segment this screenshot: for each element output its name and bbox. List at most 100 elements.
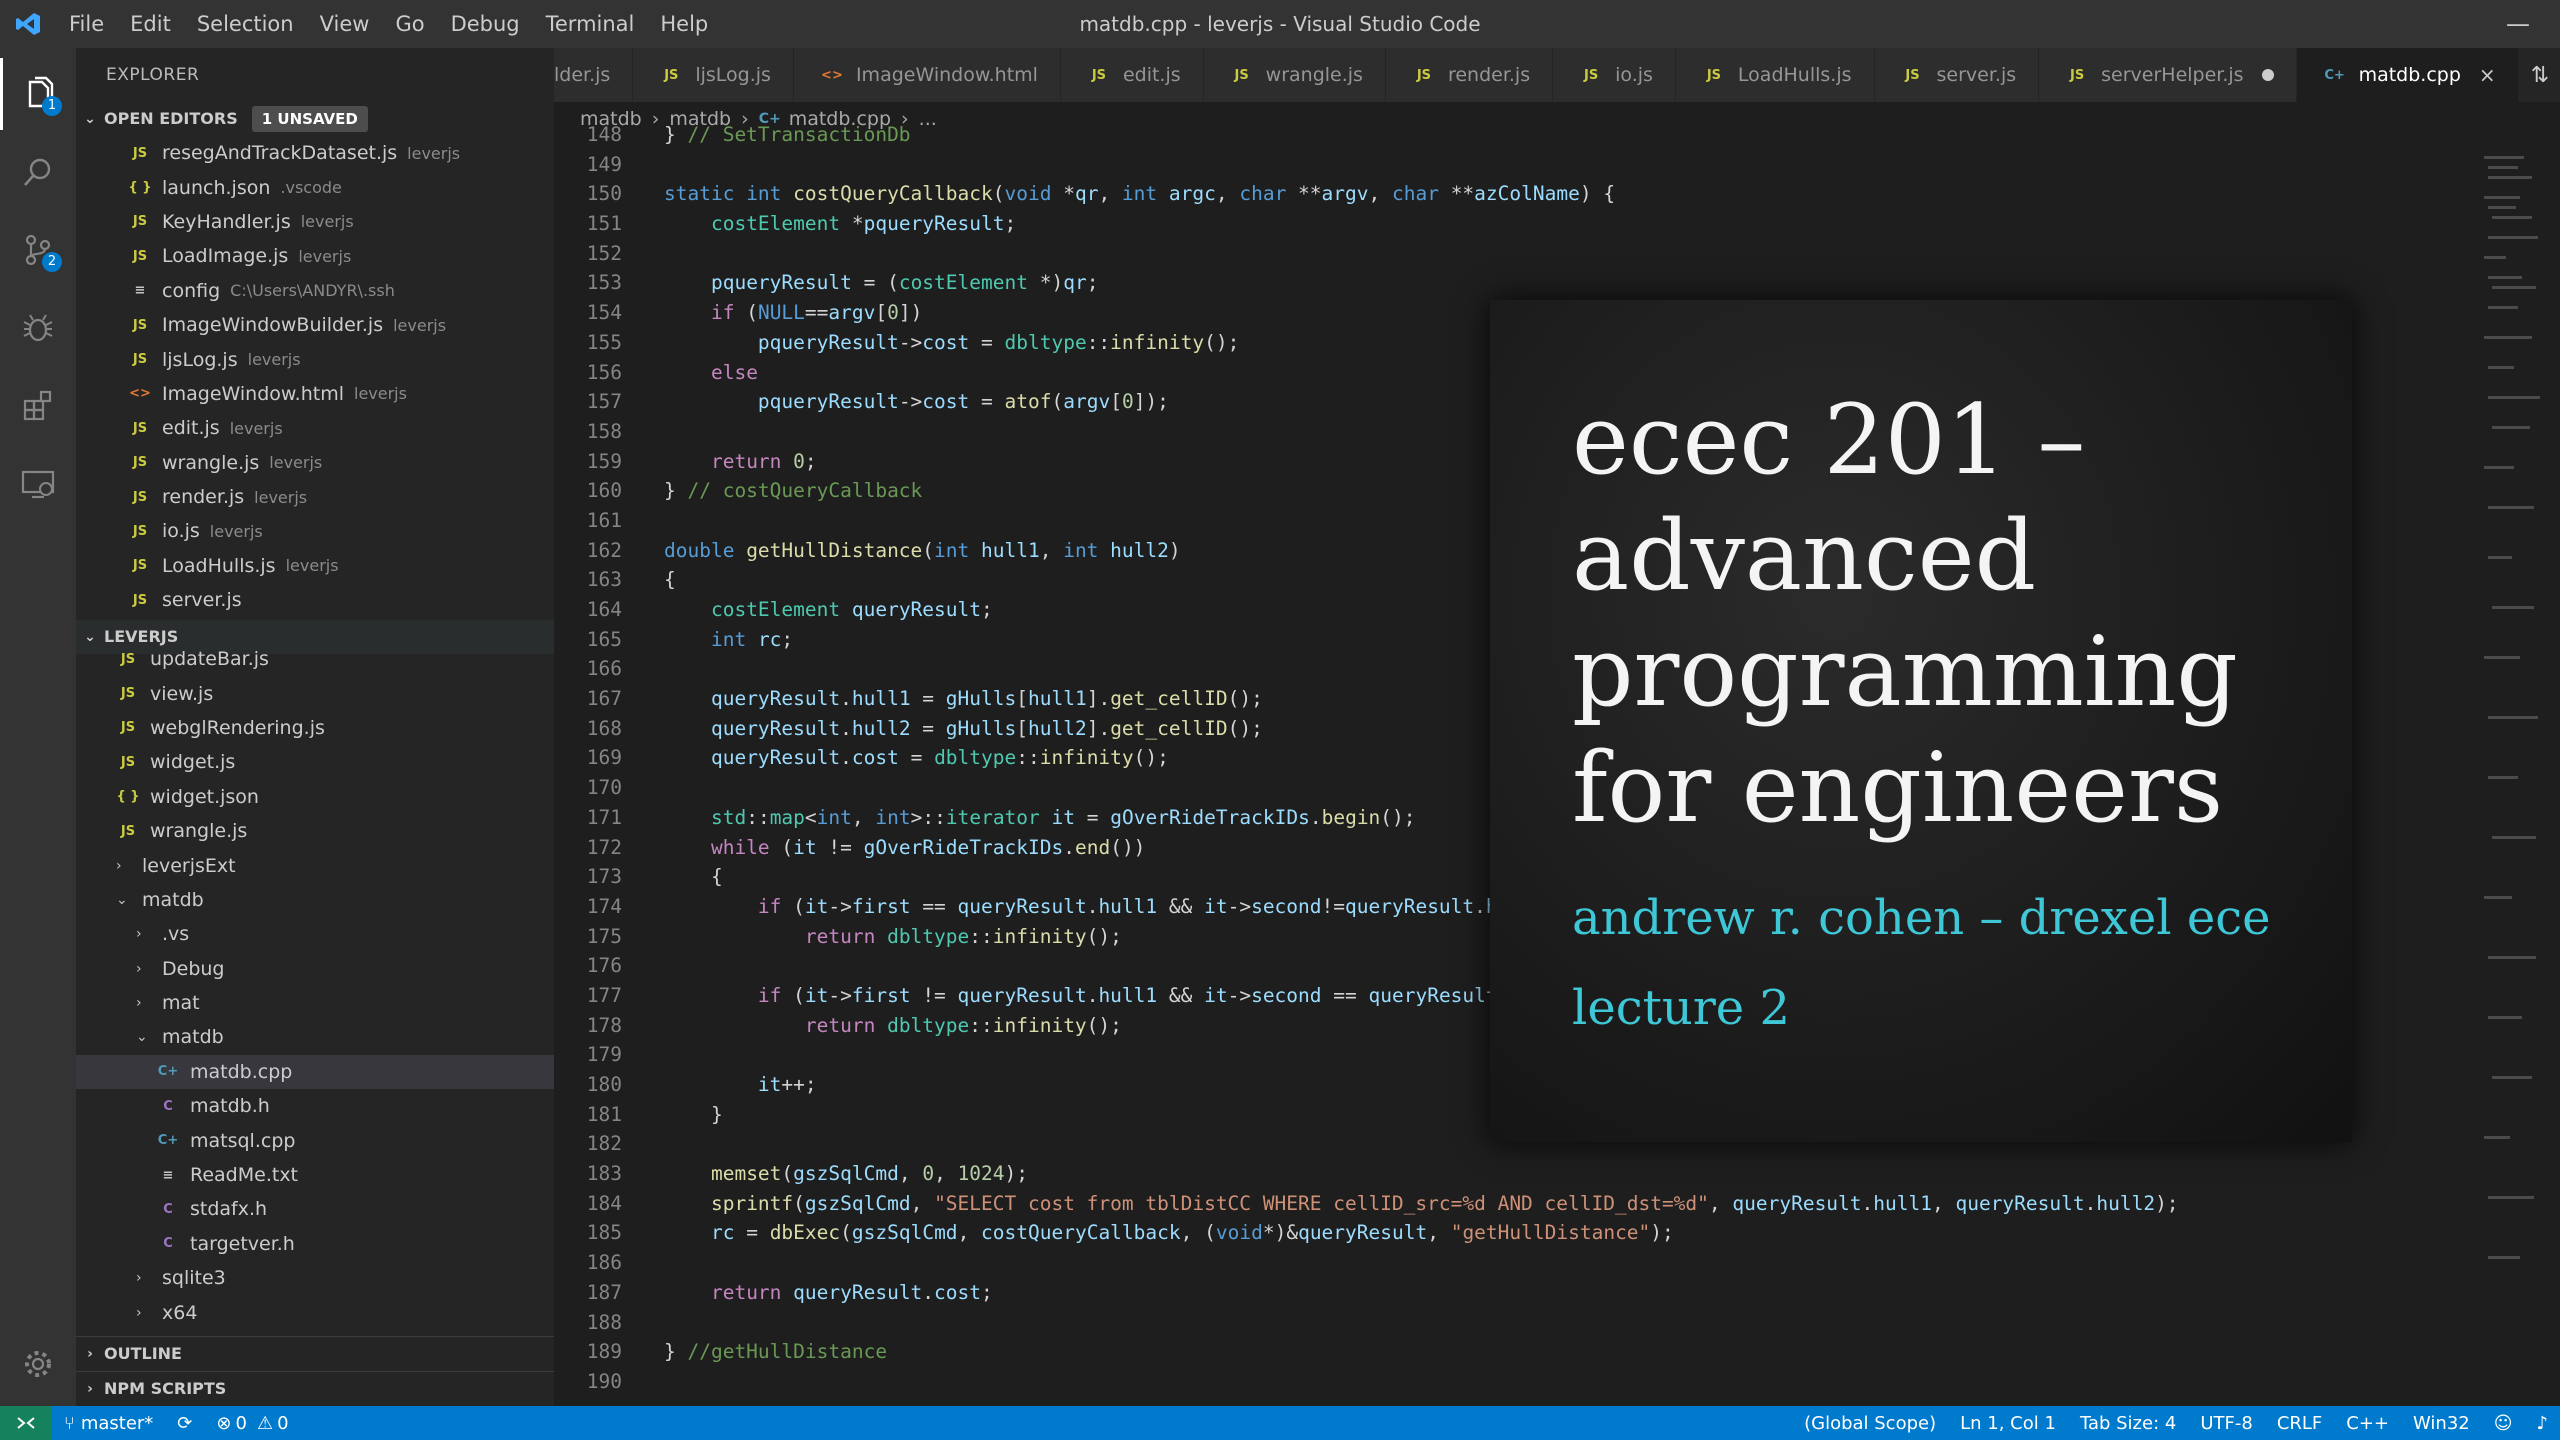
open-editor-item[interactable]: ≡ config C:\Users\ANDYR\.ssh (76, 274, 554, 308)
menu-view[interactable]: View (307, 0, 383, 48)
editor-tab[interactable]: JS ljsLog.js (633, 48, 794, 102)
cursor-position[interactable]: Ln 1, Col 1 (1948, 1413, 2068, 1434)
code-token: // costQueryCallback (687, 479, 923, 503)
debug-icon[interactable] (0, 292, 76, 364)
open-editor-item[interactable]: JS io.js leverjs (76, 514, 554, 548)
code-token: . (1063, 835, 1075, 859)
code-token: hull2 (1110, 538, 1169, 562)
code-token: queryResult (1732, 1191, 1862, 1215)
editor-tab[interactable]: JS io.js (1553, 48, 1676, 102)
open-editors-header[interactable]: ⌄ OPEN EDITORS 1 UNSAVED (76, 102, 554, 136)
editor-tab[interactable]: JS LoadHulls.js (1675, 48, 1875, 102)
explorer-icon[interactable]: 1 (0, 58, 76, 130)
problems-indicator[interactable]: ⊗ 0 ⚠ 0 (204, 1413, 300, 1434)
chevron-right-icon: › (136, 960, 142, 977)
editor-tab[interactable]: JS render.js (1385, 48, 1554, 102)
editor-tab[interactable]: <> ImageWindow.html (793, 48, 1061, 102)
file-item[interactable]: JS webglRendering.js (76, 711, 554, 745)
editor-tab[interactable]: JS server.js (1874, 48, 2040, 102)
file-item[interactable]: Ctargetver.h (76, 1227, 554, 1261)
menu-terminal[interactable]: Terminal (533, 0, 648, 48)
open-editor-item[interactable]: JS KeyHandler.js leverjs (76, 205, 554, 239)
editor-tab[interactable]: C+ matdb.cpp × (2296, 48, 2519, 102)
search-icon[interactable] (0, 136, 76, 208)
line-number: 176 (586, 954, 622, 978)
file-item[interactable]: { } widget.json (76, 780, 554, 814)
open-editor-item[interactable]: JS LoadImage.js leverjs (76, 239, 554, 273)
outline-header[interactable]: › OUTLINE (76, 1336, 554, 1371)
open-editor-item[interactable]: JS server.js (76, 583, 554, 617)
menu-bar: File Edit Selection View Go Debug Terminal Help (56, 0, 721, 48)
folder-item[interactable]: ⌄ matdb (76, 883, 554, 917)
folder-item[interactable]: › leverjsExt (76, 848, 554, 882)
editor-tab[interactable]: JS wrangle.js (1203, 48, 1386, 102)
npm-scripts-header[interactable]: › NPM SCRIPTS (76, 1371, 554, 1406)
open-editor-item[interactable]: { } launch.json .vscode (76, 170, 554, 204)
menu-selection[interactable]: Selection (184, 0, 307, 48)
source-control-icon[interactable]: 2 (0, 214, 76, 286)
folder-item[interactable]: › sqlite3 (76, 1261, 554, 1295)
scope-indicator[interactable]: (Global Scope) (1792, 1413, 1948, 1434)
open-editor-item[interactable]: JS ljsLog.js leverjs (76, 342, 554, 376)
menu-help[interactable]: Help (647, 0, 721, 48)
open-editor-item[interactable]: JS LoadHulls.js leverjs (76, 549, 554, 583)
encoding[interactable]: UTF-8 (2188, 1413, 2264, 1434)
open-editor-item[interactable]: JS edit.js leverjs (76, 411, 554, 445)
git-branch[interactable]: ⑂ master* (52, 1413, 165, 1434)
sync-icon[interactable]: ⟳ (165, 1413, 204, 1434)
code-token: map (769, 805, 805, 829)
tab-size[interactable]: Tab Size: 4 (2068, 1413, 2188, 1434)
file-item[interactable]: JS updateBar.js (76, 642, 554, 676)
line-ending[interactable]: CRLF (2265, 1413, 2334, 1434)
file-item[interactable]: JS view.js (76, 676, 554, 710)
feedback-icon[interactable]: ☺ (2482, 1413, 2525, 1434)
file-item[interactable]: Cstdafx.h (76, 1192, 554, 1226)
status-right: (Global Scope) Ln 1, Col 1 Tab Size: 4 U… (1792, 1413, 2560, 1434)
split-editor-icon[interactable]: ⇅ (2520, 48, 2560, 102)
open-editor-item[interactable]: JS render.js leverjs (76, 480, 554, 514)
folder-item[interactable]: ⌄ matdb (76, 1020, 554, 1054)
notifications-bell-icon[interactable]: ♪ (2525, 1413, 2560, 1434)
extensions-icon[interactable] (0, 370, 76, 442)
minimize-button[interactable]: — (2506, 0, 2530, 48)
file-item[interactable]: JS wrangle.js (76, 814, 554, 848)
open-editor-item[interactable]: JS ImageWindowBuilder.js leverjs (76, 308, 554, 342)
code-token: ( (992, 182, 1005, 206)
menu-file[interactable]: File (56, 0, 117, 48)
remote-explorer-icon[interactable] (0, 448, 76, 520)
open-editors-list: JS resegAndTrackDataset.js leverjs { } launc… (76, 136, 554, 620)
code-token: while (710, 835, 782, 859)
editor-tab[interactable]: lder.js (554, 48, 634, 102)
folder-item[interactable]: › x64 (76, 1295, 554, 1329)
open-editor-item[interactable]: JSserverHelper.jsleverjs (76, 617, 554, 620)
file-item[interactable]: Cmatdb.h (76, 1089, 554, 1123)
language-mode[interactable]: C++ (2334, 1413, 2401, 1434)
file-item[interactable]: C+ matsql.cpp (76, 1123, 554, 1157)
vertical-scrollbar[interactable] (2542, 136, 2560, 1406)
code-token: void (1215, 1221, 1263, 1245)
minimap[interactable] (2482, 136, 2542, 1406)
unsaved-dot-icon[interactable] (2261, 69, 2274, 81)
editor-tab[interactable]: JS serverHelper.js (2039, 48, 2297, 102)
editor-tab[interactable]: JS edit.js (1060, 48, 1204, 102)
open-editor-item[interactable]: <> ImageWindow.html leverjs (76, 377, 554, 411)
open-editor-item[interactable]: JS wrangle.js leverjs (76, 446, 554, 480)
file-item[interactable]: JS widget.js (76, 745, 554, 779)
file-item[interactable]: C+ matdb.cpp (76, 1054, 554, 1090)
file-item[interactable]: ≡ ReadMe.txt (76, 1158, 554, 1192)
folder-item[interactable]: › .vs (76, 917, 554, 951)
settings-gear-icon[interactable] (0, 1328, 76, 1400)
open-editor-item[interactable]: JS resegAndTrackDataset.js leverjs (76, 136, 554, 170)
code-text: return 0; (664, 447, 817, 477)
remote-icon[interactable] (0, 1406, 52, 1440)
platform[interactable]: Win32 (2401, 1413, 2482, 1434)
folder-item[interactable]: › Debug (76, 952, 554, 986)
code-line: 151 costElement *pqueryResult; (554, 209, 2488, 239)
folder-item[interactable]: › mat (76, 986, 554, 1020)
file-description: leverjs (247, 350, 301, 370)
close-icon[interactable]: × (2479, 63, 2496, 87)
code-token: [ (875, 301, 888, 325)
menu-go[interactable]: Go (382, 0, 437, 48)
menu-debug[interactable]: Debug (438, 0, 533, 48)
menu-edit[interactable]: Edit (117, 0, 184, 48)
